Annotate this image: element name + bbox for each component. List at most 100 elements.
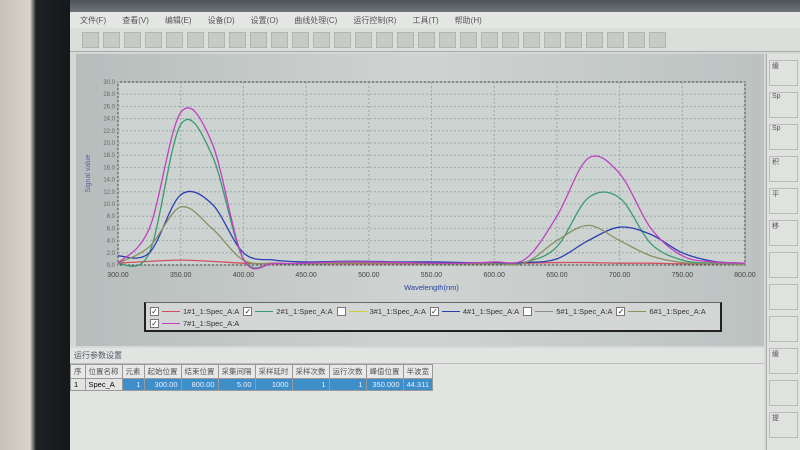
table-cell[interactable]: 800.00	[180, 378, 219, 391]
x-tick-label: 300.00	[107, 272, 129, 279]
settings-group	[769, 380, 798, 406]
table-cell[interactable]: 5.00	[217, 378, 256, 391]
column-header: 采集间隔	[217, 364, 256, 379]
menu-item[interactable]: 文件(F)	[80, 15, 106, 26]
table-cell[interactable]: 350.000	[365, 378, 404, 391]
table-cell[interactable]: 1	[70, 378, 86, 391]
y-tick-label: 20.0	[103, 141, 115, 147]
column-header: 位置名称	[84, 364, 123, 379]
column-header: 起始位置	[143, 364, 182, 379]
settings-group	[769, 316, 798, 342]
y-tick-label: 8.0	[107, 214, 116, 220]
legend-checkbox[interactable]: ✓	[150, 318, 159, 328]
settings-group: Sp	[769, 92, 798, 118]
filter2-icon[interactable]	[187, 31, 204, 48]
legend-checkbox[interactable]: ✓	[616, 306, 626, 316]
help-icon[interactable]	[649, 31, 666, 48]
peak-icon[interactable]	[376, 31, 393, 48]
color-icon[interactable]	[271, 31, 288, 48]
run-icon[interactable]	[544, 31, 561, 48]
display-icon[interactable]	[229, 31, 246, 48]
legend-item[interactable]: ✓ 2#1_1:Spec_A:A	[243, 305, 333, 317]
menu-item[interactable]: 查看(V)	[122, 15, 149, 26]
new-icon[interactable]	[82, 31, 99, 48]
zoom-icon[interactable]	[355, 31, 372, 48]
legend-label: 3#1_1:Spec_A:A	[369, 306, 426, 316]
stop-icon[interactable]	[586, 31, 603, 48]
x-tick-label: 700.00	[609, 272, 631, 279]
dropdown-icon[interactable]	[124, 31, 141, 48]
table-cell[interactable]: 1	[291, 378, 330, 391]
device-icon[interactable]	[502, 31, 519, 48]
y-tick-label: 22.0	[103, 129, 115, 135]
loop-icon[interactable]	[565, 31, 582, 48]
filter1-icon[interactable]	[166, 31, 183, 48]
legend-item[interactable]: 3#1_1:Spec_A:A	[336, 305, 426, 317]
layout-icon[interactable]	[418, 31, 435, 48]
menu-item[interactable]: 曲线处理(C)	[294, 15, 337, 26]
legend-swatch	[535, 310, 554, 312]
filter3-icon[interactable]	[208, 31, 225, 48]
legend-checkbox[interactable]: ✓	[429, 306, 439, 316]
settings-group	[769, 252, 798, 278]
legend-label: 6#1_1:Spec_A:A	[649, 306, 706, 316]
x-tick-label: 450.00	[295, 272, 317, 279]
legend-label: 5#1_1:Spec_A:A	[556, 306, 613, 316]
print-icon[interactable]	[481, 31, 498, 48]
legend-label: 7#1_1:Spec_A:A	[183, 318, 240, 328]
legend-item[interactable]: ✓ 1#1_1:Spec_A:A	[150, 305, 239, 317]
x-axis-label: Wavelength(nm)	[404, 283, 459, 292]
y-axis-label: Signal value	[85, 154, 92, 192]
table-cell[interactable]: 1000	[254, 378, 293, 391]
table-cell[interactable]: 300.00	[143, 378, 182, 391]
menu-item[interactable]: 设备(D)	[208, 15, 235, 26]
table-row[interactable]: 1 Spec_A 1 300.00 800.00 5.00 1000 1 1 350.000 44.…	[70, 378, 433, 391]
grid-icon[interactable]	[313, 31, 330, 48]
settings-icon[interactable]	[292, 31, 309, 48]
compare-icon[interactable]	[250, 31, 267, 48]
report-icon[interactable]	[397, 31, 414, 48]
legend-checkbox[interactable]	[336, 306, 346, 316]
legend-swatch	[162, 310, 180, 312]
params-table: 序位置名称 元素 起始位置 结束位置 采集间隔 采样延时 采样次数 运行次数 峰值位置 半波宽 1…	[70, 364, 433, 391]
legend-checkbox[interactable]	[523, 306, 533, 316]
table-icon[interactable]	[334, 31, 351, 48]
toolbar	[70, 28, 800, 52]
column-header: 半波宽	[402, 364, 433, 379]
pause-icon[interactable]	[607, 31, 624, 48]
title-bar	[70, 0, 800, 12]
legend-item[interactable]: ✓ 6#1_1:Spec_A:A	[616, 305, 706, 317]
y-tick-label: 14.0	[103, 178, 115, 184]
menu-item[interactable]: 设置(O)	[251, 15, 279, 26]
menu-item[interactable]: 帮助(H)	[455, 15, 482, 26]
table-cell[interactable]: 44.311	[402, 378, 433, 391]
menu-item[interactable]: 编辑(E)	[165, 15, 192, 26]
split-icon[interactable]	[439, 31, 456, 48]
menu-item[interactable]: 工具(T)	[412, 15, 438, 26]
column-header: 峰值位置	[365, 364, 404, 379]
y-tick-label: 2.0	[107, 251, 116, 257]
menu-item[interactable]: 运行控制(R)	[353, 15, 396, 26]
export-icon[interactable]	[523, 31, 540, 48]
column-header: 元素	[121, 364, 145, 379]
column-header: 序	[70, 364, 86, 379]
save-icon[interactable]	[145, 31, 162, 48]
legend-item[interactable]: ✓ 7#1_1:Spec_A:A	[150, 317, 239, 329]
run-parameters-panel: 运行参数设置 序位置名称 元素 起始位置 结束位置 采集间隔 采样延时 采样次数 运行次数 峰值…	[70, 348, 764, 450]
table-cell[interactable]: 1	[121, 378, 145, 391]
legend-item[interactable]: 5#1_1:Spec_A:A	[523, 305, 612, 317]
legend-item[interactable]: ✓ 4#1_1:Spec_A:A	[429, 305, 519, 317]
settings-group: 提	[769, 412, 798, 438]
open-icon[interactable]	[103, 31, 120, 48]
table-cell[interactable]: Spec_A	[84, 378, 123, 391]
x-tick-label: 650.00	[546, 272, 568, 279]
legend-label: 2#1_1:Spec_A:A	[276, 306, 333, 316]
legend-checkbox[interactable]: ✓	[150, 306, 159, 316]
record-icon[interactable]	[628, 31, 645, 48]
cross-icon[interactable]	[460, 31, 477, 48]
app-window: 文件(F) 查看(V) 编辑(E) 设备(D) 设置(O) 曲线处理(C) 运行控制(R) 工…	[70, 0, 800, 450]
column-header: 采样次数	[291, 364, 330, 379]
table-cell[interactable]: 1	[328, 378, 367, 391]
x-tick-label: 400.00	[233, 272, 255, 279]
legend-checkbox[interactable]: ✓	[243, 306, 253, 316]
